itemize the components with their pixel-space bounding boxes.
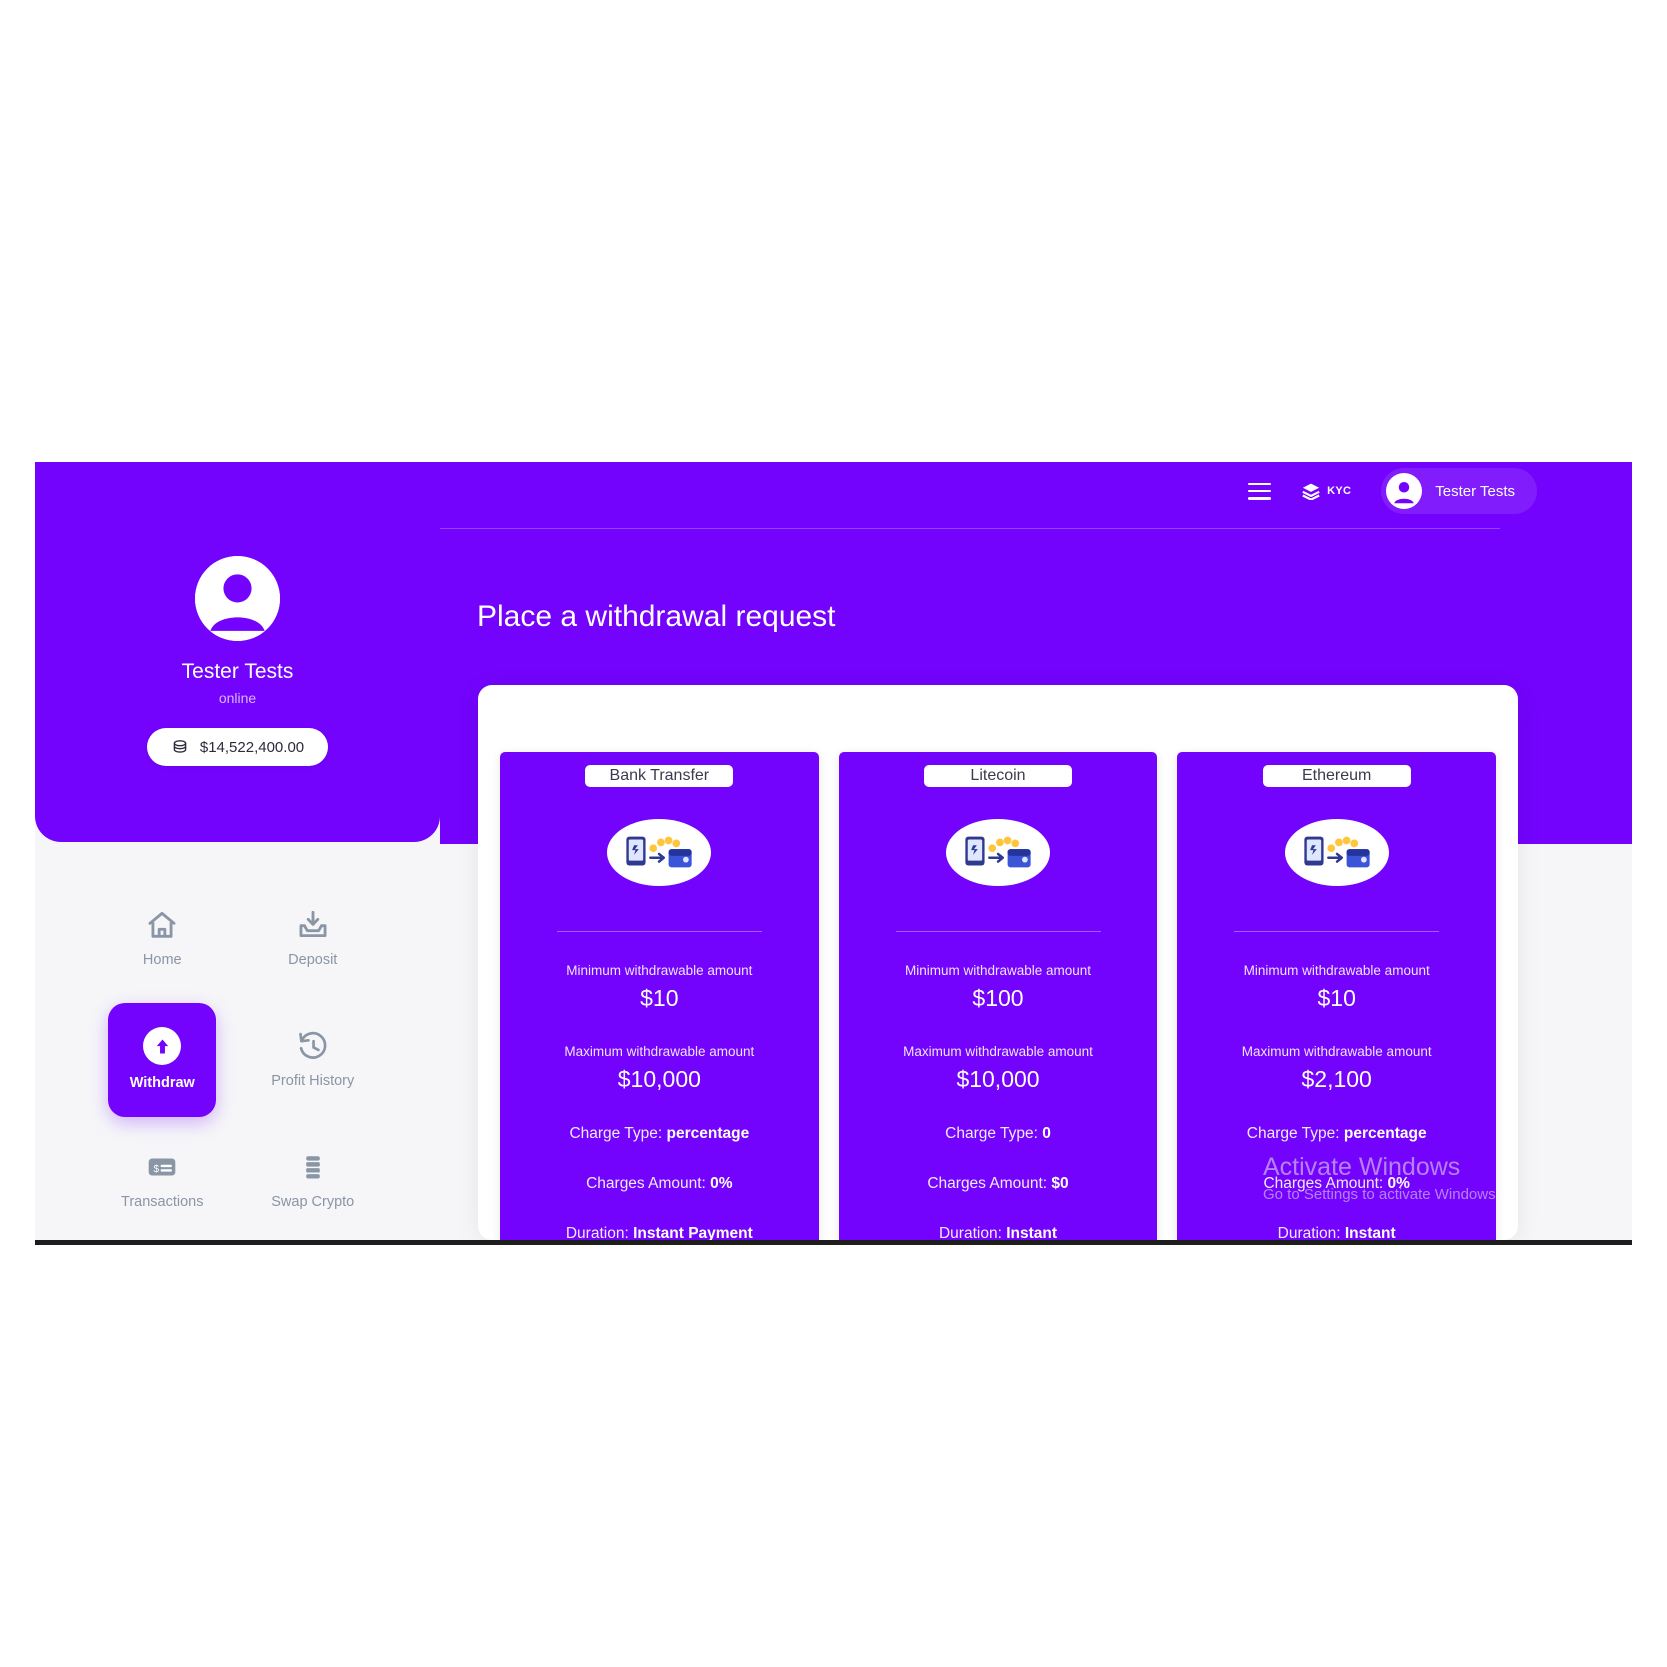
method-details: Minimum withdrawable amount $100 Maximum…	[839, 931, 1158, 1240]
coins-icon	[173, 740, 187, 753]
max-amount-value: $2,100	[1301, 1066, 1372, 1093]
phone-to-wallet-transfer-icon	[607, 818, 712, 886]
min-amount-label: Minimum withdrawable amount	[1243, 963, 1430, 979]
arrow-up-circle-icon	[143, 1027, 182, 1066]
sidebar-item-home[interactable]: Home	[108, 882, 216, 996]
sidebar-item-profit-history[interactable]: Profit History	[259, 1003, 367, 1117]
sidebar-item-swap-crypto[interactable]: Swap Crypto	[259, 1125, 367, 1239]
sidebar-profile-header: Tester Tests online $14,522,400.00	[35, 520, 440, 842]
max-amount-label: Maximum withdrawable amount	[564, 1044, 755, 1060]
min-amount-label: Minimum withdrawable amount	[904, 963, 1092, 979]
duration-value: Instant	[1344, 1225, 1396, 1240]
phone-to-wallet-transfer-icon	[946, 818, 1050, 886]
sidebar-item-label: Swap Crypto	[271, 1194, 355, 1211]
sidebar-item-label: Transactions	[121, 1194, 204, 1211]
top-navbar: KYC Tester Tests	[35, 462, 1632, 520]
withdrawal-method-card[interactable]: Litecoin Minimum withdrawable amount $10…	[838, 752, 1158, 1240]
charges-amount-value: $0	[1051, 1175, 1069, 1193]
duration-label: Duration:	[938, 1225, 1002, 1240]
user-menu-button[interactable]: Tester Tests	[1381, 468, 1537, 514]
stack-layers-icon	[305, 1156, 320, 1179]
header-divider	[440, 528, 1500, 529]
withdrawal-methods-list: Bank Transfer Minimum withdrawable amoun…	[478, 752, 1518, 1240]
avatar	[195, 556, 280, 641]
hamburger-icon[interactable]	[1248, 482, 1272, 500]
phone-to-wallet-transfer-icon	[1284, 818, 1389, 886]
charges-amount-row: Charges Amount: 0%	[1191, 1175, 1482, 1193]
layers-icon	[1302, 483, 1320, 500]
charge-type-value: percentage	[666, 1125, 750, 1143]
sidebar-item-label: Home	[142, 951, 182, 968]
method-details: Minimum withdrawable amount $10 Maximum …	[500, 931, 819, 1240]
home-icon	[148, 911, 176, 938]
charge-type-value: 0	[1042, 1125, 1051, 1143]
charges-amount-row: Charges Amount: 0%	[514, 1175, 805, 1193]
charges-amount-label: Charges Amount:	[927, 1175, 1048, 1193]
charge-type-row: Charge Type: 0	[853, 1125, 1144, 1143]
duration-row: Duration: Instant	[853, 1225, 1144, 1240]
charges-amount-value: 0%	[1387, 1175, 1410, 1193]
main-content: Place a withdrawal request Bank Transfer	[440, 520, 1632, 1240]
max-amount-label: Maximum withdrawable amount	[903, 1044, 1093, 1060]
charges-amount-label: Charges Amount:	[1263, 1175, 1384, 1193]
method-tab-label[interactable]: Bank Transfer	[585, 765, 734, 787]
method-details: Minimum withdrawable amount $10 Maximum …	[1177, 931, 1496, 1240]
min-amount-value: $100	[972, 985, 1024, 1012]
charge-type-row: Charge Type: percentage	[1191, 1125, 1482, 1143]
balance-amount: $14,522,400.00	[199, 738, 305, 756]
duration-label: Duration:	[1277, 1225, 1341, 1240]
method-tab-label[interactable]: Litecoin	[924, 765, 1072, 787]
duration-value: Instant Payment	[633, 1225, 753, 1240]
withdrawal-method-card[interactable]: Bank Transfer Minimum withdrawable amoun…	[500, 752, 819, 1240]
page-title: Place a withdrawal request	[477, 600, 836, 633]
kyc-button[interactable]: KYC	[1301, 482, 1351, 500]
charge-type-value: percentage	[1343, 1125, 1427, 1143]
sidebar-item-label: Withdraw	[129, 1075, 195, 1092]
sidebar-profile-name: Tester Tests	[181, 660, 294, 683]
deposit-inbox-icon	[299, 910, 327, 937]
charge-type-label: Charge Type:	[1246, 1125, 1340, 1143]
user-name-label: Tester Tests	[1435, 482, 1515, 500]
svg-text:$: $	[154, 1164, 160, 1175]
duration-row: Duration: Instant	[1191, 1225, 1482, 1240]
duration-row: Duration: Instant Payment	[514, 1225, 805, 1240]
charge-type-label: Charge Type:	[945, 1125, 1038, 1143]
viewport-bottom-edge	[35, 1240, 1632, 1245]
max-amount-value: $10,000	[956, 1066, 1040, 1093]
sidebar-item-withdraw[interactable]: Withdraw	[108, 1003, 217, 1118]
balance-button[interactable]: $14,522,400.00	[146, 728, 329, 766]
sidebar-item-label: Profit History	[271, 1073, 355, 1090]
duration-label: Duration:	[565, 1225, 629, 1240]
sidebar-item-deposit[interactable]: Deposit	[259, 882, 367, 996]
kyc-label: KYC	[1327, 485, 1352, 497]
charges-amount-value: 0%	[710, 1175, 733, 1193]
sidebar-nav: Home Deposit Withdraw Profit History $ T…	[35, 844, 440, 1240]
max-amount-label: Maximum withdrawable amount	[1241, 1044, 1432, 1060]
card-receipt-icon: $	[148, 1158, 176, 1176]
charge-type-label: Charge Type:	[569, 1125, 663, 1143]
charges-amount-label: Charges Amount:	[586, 1175, 706, 1193]
charge-type-row: Charge Type: percentage	[514, 1125, 805, 1143]
clock-history-icon	[298, 1031, 327, 1059]
min-amount-value: $10	[640, 985, 679, 1012]
sidebar-profile-status: online	[218, 690, 257, 706]
max-amount-value: $10,000	[617, 1066, 701, 1093]
min-amount-value: $10	[1317, 985, 1356, 1012]
duration-value: Instant	[1006, 1225, 1058, 1240]
sidebar-item-label: Deposit	[288, 951, 338, 968]
min-amount-label: Minimum withdrawable amount	[566, 963, 753, 979]
sidebar-item-transactions[interactable]: $ Transactions	[108, 1125, 216, 1239]
withdrawal-method-card[interactable]: Ethereum Minimum withdrawable amount $10…	[1177, 752, 1497, 1240]
method-tab-label[interactable]: Ethereum	[1262, 765, 1411, 787]
user-avatar-icon	[1386, 473, 1423, 509]
charges-amount-row: Charges Amount: $0	[853, 1175, 1144, 1193]
browser-viewport: KYC Tester Tests Tester Tests online $14…	[35, 462, 1632, 1240]
